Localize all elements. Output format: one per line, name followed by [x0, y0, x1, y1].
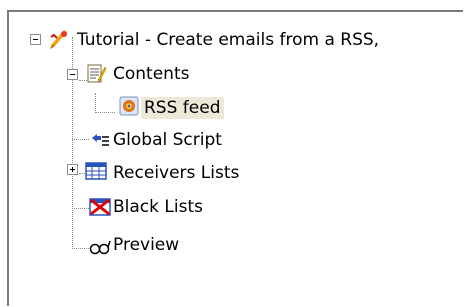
- collapse-contents-button[interactable]: [67, 69, 78, 80]
- script-icon: [89, 128, 111, 150]
- tree-item-receivers-lists[interactable]: Receivers Lists: [110, 158, 242, 188]
- expand-receivers-lists-button[interactable]: [67, 164, 78, 175]
- tree-line: [72, 208, 89, 209]
- tree-item-label: Preview: [113, 235, 180, 255]
- tutorial-wand-icon: [48, 29, 70, 51]
- tree-item-label: Black Lists: [113, 197, 203, 217]
- tree-item-label: Tutorial - Create emails from a RSS,: [77, 30, 380, 50]
- tree-line: [95, 93, 96, 113]
- tree-view[interactable]: Tutorial - Create emails from a RSS, Con…: [7, 10, 463, 306]
- tree-item-global-script[interactable]: Global Script: [110, 125, 225, 155]
- notepad-icon: [85, 63, 107, 85]
- blacklist-icon: [89, 196, 111, 218]
- tree-line: [72, 139, 89, 140]
- tree-line: [72, 248, 89, 249]
- tree-line: [95, 112, 115, 113]
- tree-item-label: RSS feed: [141, 97, 224, 119]
- rss-feed-icon: [118, 95, 140, 117]
- glasses-icon: [89, 236, 111, 258]
- tree-item-black-lists[interactable]: Black Lists: [110, 192, 206, 222]
- tree-item-root[interactable]: Tutorial - Create emails from a RSS,: [74, 25, 382, 55]
- tree-item-rss-feed[interactable]: RSS feed: [141, 93, 224, 123]
- tree-item-preview[interactable]: Preview: [110, 230, 182, 260]
- tree-item-label: Global Script: [113, 130, 222, 150]
- window-top-area: [0, 0, 464, 10]
- tree-item-contents[interactable]: Contents: [110, 59, 192, 89]
- table-icon: [85, 160, 107, 182]
- collapse-root-button[interactable]: [30, 34, 41, 45]
- tree-item-label: Contents: [113, 64, 190, 84]
- tree-item-label: Receivers Lists: [113, 163, 240, 183]
